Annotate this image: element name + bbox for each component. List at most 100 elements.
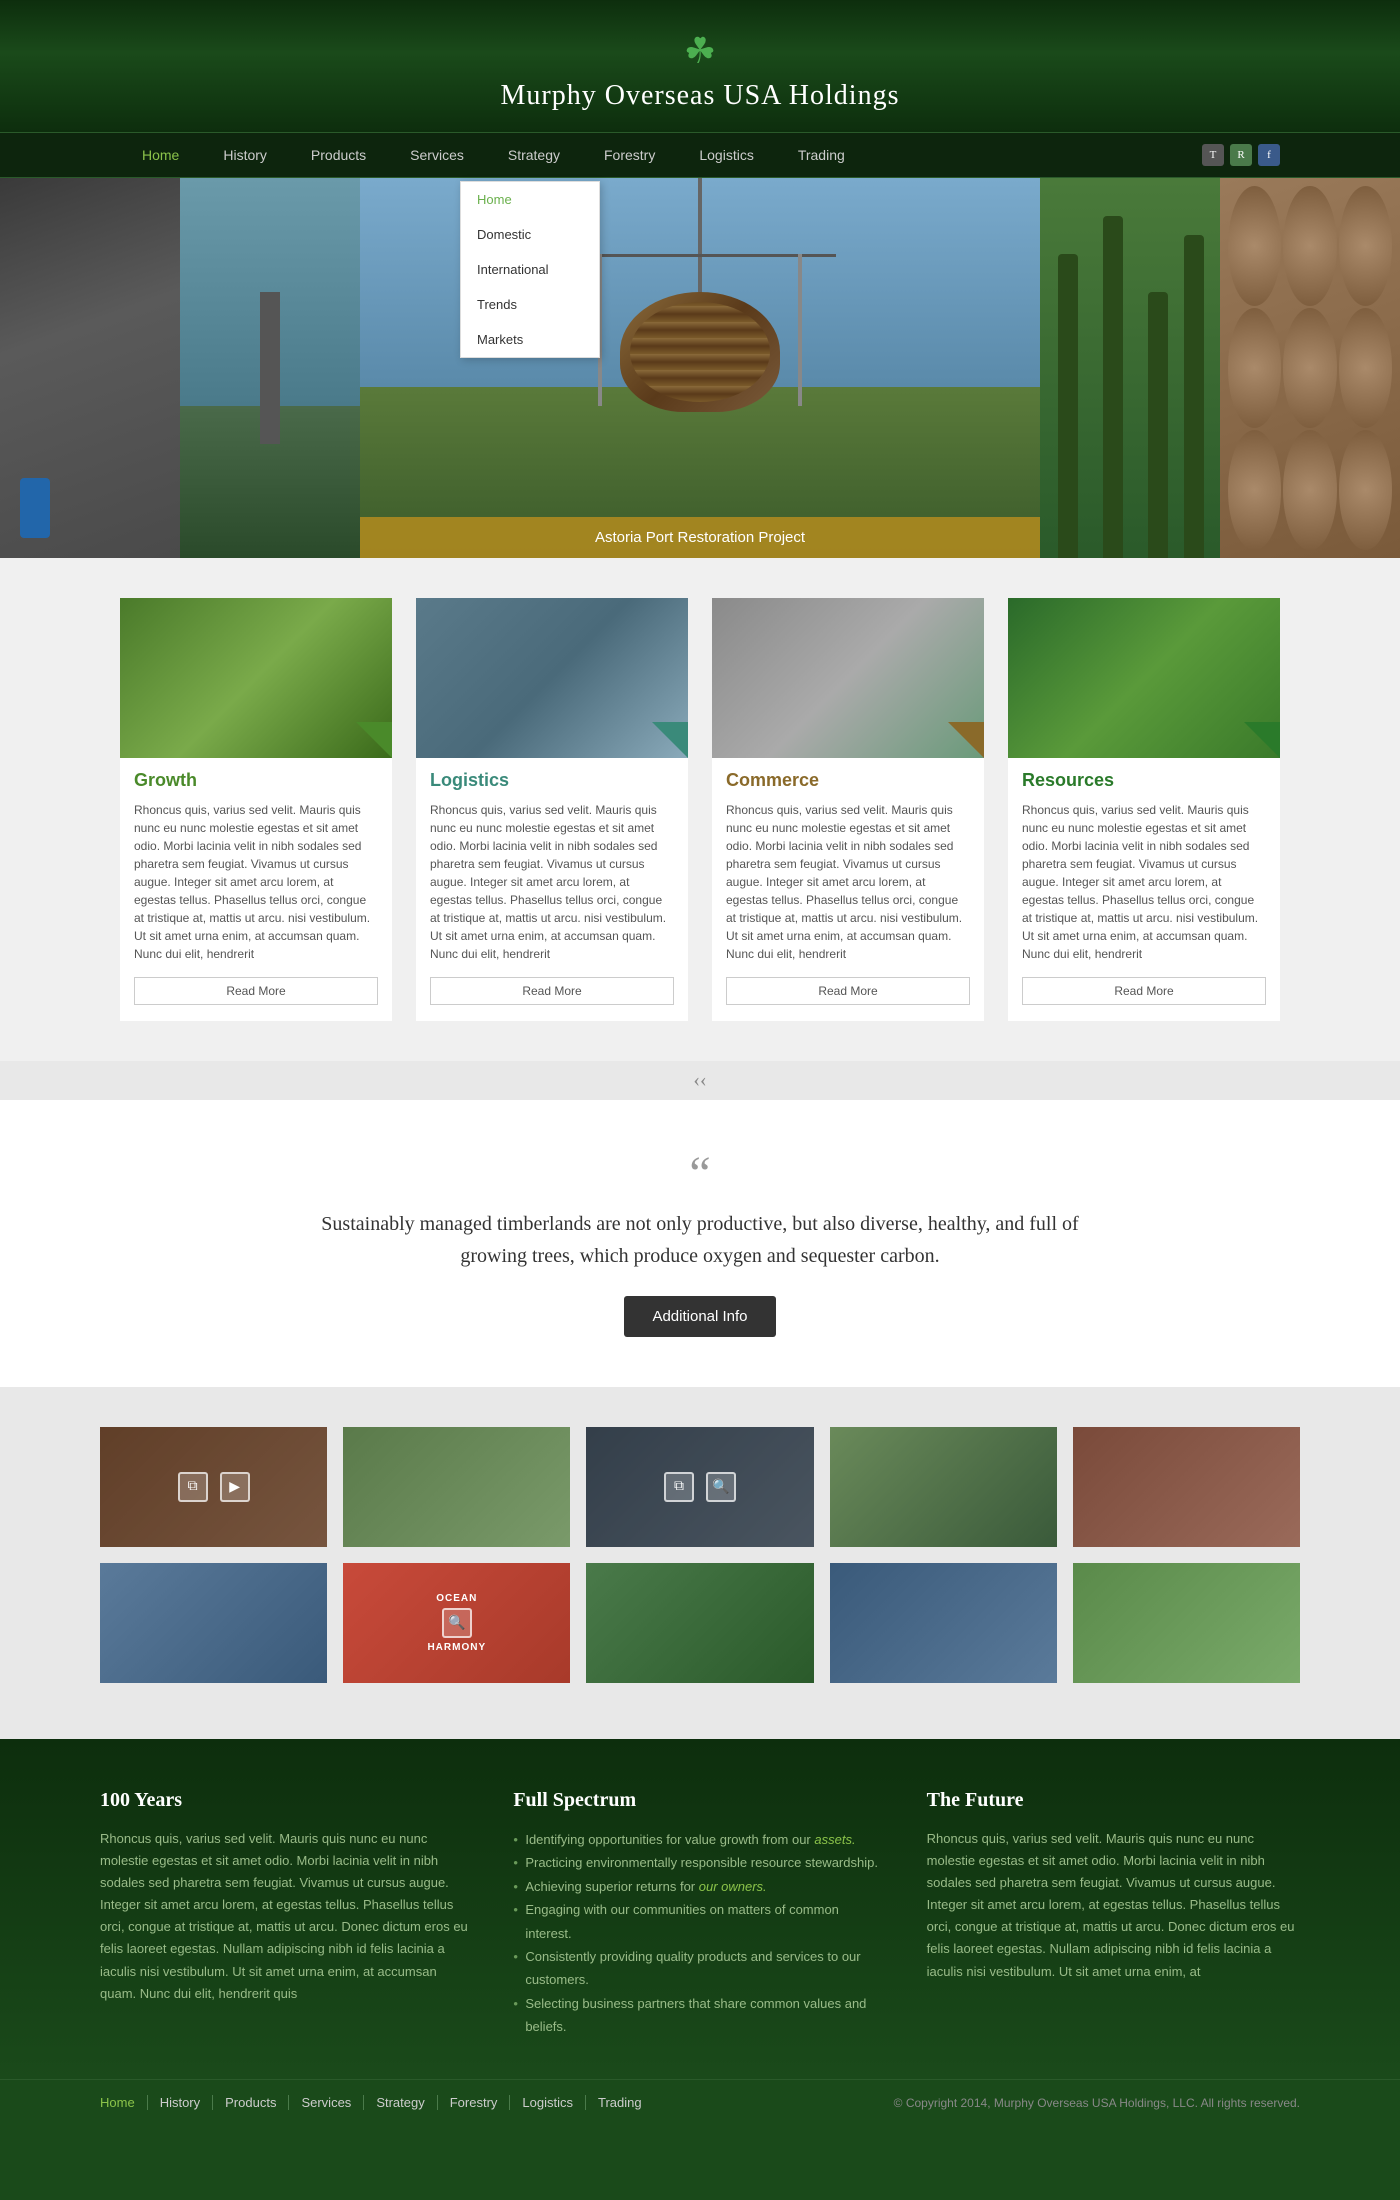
card-logistics-text: Rhoncus quis, varius sed velit. Mauris q… [430, 801, 674, 963]
gallery-item-3[interactable]: ⧉ 🔍 [586, 1427, 813, 1547]
gallery-row-2: OCEAN 🔍 HARMONY [100, 1563, 1300, 1683]
hero-side-right1 [1040, 178, 1220, 558]
nav-item-products[interactable]: Products [289, 133, 388, 177]
card-logistics-image [416, 598, 688, 758]
footer-nav-link-products[interactable]: Products [213, 2095, 289, 2110]
footer-nav-link-home[interactable]: Home [100, 2095, 148, 2110]
footer-list-item-6: Selecting business partners that share c… [513, 1992, 886, 2039]
footer-nav-home[interactable]: Home [100, 2094, 148, 2112]
hero-side-left2 [180, 178, 360, 558]
nav-link-services[interactable]: Services [388, 133, 486, 177]
footer-list-item-2: Practicing environmentally responsible r… [513, 1851, 886, 1874]
card-commerce-title: Commerce [726, 770, 970, 791]
footer-nav-link-strategy[interactable]: Strategy [364, 2095, 437, 2110]
gallery-item-4[interactable] [830, 1427, 1057, 1547]
card-commerce-text: Rhoncus quis, varius sed velit. Mauris q… [726, 801, 970, 963]
quote-section: “ Sustainably managed timberlands are no… [0, 1100, 1400, 1387]
footer-col3-text: Rhoncus quis, varius sed velit. Mauris q… [927, 1828, 1300, 1983]
nav-item-strategy[interactable]: Strategy [486, 133, 582, 177]
gallery-item-9[interactable] [830, 1563, 1057, 1683]
rss-icon[interactable]: R [1230, 144, 1252, 166]
nav-link-home[interactable]: Home [120, 133, 201, 177]
play-icon: ▶ [220, 1472, 250, 1502]
footer-list-item-3: Achieving superior returns for our owner… [513, 1875, 886, 1898]
nav-link-history[interactable]: History [201, 133, 289, 177]
footer-nav-link-logistics[interactable]: Logistics [510, 2095, 586, 2110]
footer-nav-link-trading[interactable]: Trading [586, 2095, 654, 2110]
footer-col3-title: The Future [927, 1789, 1300, 1812]
card-logistics-read-more[interactable]: Read More [430, 977, 674, 1005]
card-commerce-image [712, 598, 984, 758]
footer-copyright: © Copyright 2014, Murphy Overseas USA Ho… [894, 2096, 1300, 2110]
card-commerce-read-more[interactable]: Read More [726, 977, 970, 1005]
footer-col-years: 100 Years Rhoncus quis, varius sed velit… [100, 1789, 473, 2039]
footer-col-spectrum: Full Spectrum Identifying opportunities … [513, 1789, 886, 2039]
footer-col2-list: Identifying opportunities for value grow… [513, 1828, 886, 2039]
card-resources-read-more[interactable]: Read More [1022, 977, 1266, 1005]
nav-link-logistics[interactable]: Logistics [677, 133, 775, 177]
twitter-icon[interactable]: T [1202, 144, 1224, 166]
footer-nav-forestry[interactable]: Forestry [438, 2094, 511, 2112]
footer-nav-link-history[interactable]: History [148, 2095, 213, 2110]
card-resources: Resources Rhoncus quis, varius sed velit… [1008, 598, 1280, 1021]
link-icon: ⧉ [178, 1472, 208, 1502]
footer-list-item-4: Engaging with our communities on matters… [513, 1898, 886, 1945]
nav-item-trading[interactable]: Trading [776, 133, 867, 177]
nav-link-forestry[interactable]: Forestry [582, 133, 677, 177]
card-logistics: Logistics Rhoncus quis, varius sed velit… [416, 598, 688, 1021]
footer-nav-services[interactable]: Services [289, 2094, 364, 2112]
dropdown-item-markets[interactable]: Markets [461, 322, 599, 357]
nav-item-services[interactable]: Services [388, 133, 486, 177]
card-commerce: Commerce Rhoncus quis, varius sed velit.… [712, 598, 984, 1021]
footer-list-item-1: Identifying opportunities for value grow… [513, 1828, 886, 1851]
nav-item-forestry[interactable]: Forestry [582, 133, 677, 177]
footer-col1-text: Rhoncus quis, varius sed velit. Mauris q… [100, 1828, 473, 2005]
nav-link-strategy[interactable]: Strategy [486, 133, 582, 177]
footer-nav-products[interactable]: Products [213, 2094, 289, 2112]
social-links: T R f [1202, 144, 1280, 166]
gallery-item-1[interactable]: ⧉ ▶ [100, 1427, 327, 1547]
card-resources-image [1008, 598, 1280, 758]
card-growth-body: Growth Rhoncus quis, varius sed velit. M… [120, 758, 392, 1021]
dropdown-item-international[interactable]: International [461, 252, 599, 287]
card-resources-title: Resources [1022, 770, 1266, 791]
nav-items-list: Home History Products Services Strategy … [120, 133, 1202, 177]
dropdown-menu: Home Domestic International Trends Marke… [460, 181, 600, 358]
facebook-icon[interactable]: f [1258, 144, 1280, 166]
nav-link-products[interactable]: Products [289, 133, 388, 177]
main-navigation: Home History Products Services Strategy … [0, 132, 1400, 178]
gallery-row-1: ⧉ ▶ ⧉ 🔍 [100, 1427, 1300, 1547]
gallery-item-2[interactable] [343, 1427, 570, 1547]
footer-nav-link-services[interactable]: Services [289, 2095, 364, 2110]
footer-nav-trading[interactable]: Trading [586, 2094, 654, 2112]
gallery-item-8[interactable] [586, 1563, 813, 1683]
hero-caption: Astoria Port Restoration Project [360, 517, 1040, 558]
scroll-arrow-icon: ‹‹ [693, 1069, 706, 1091]
card-growth: Growth Rhoncus quis, varius sed velit. M… [120, 598, 392, 1021]
gallery-item-10[interactable] [1073, 1563, 1300, 1683]
footer-nav-logistics[interactable]: Logistics [510, 2094, 586, 2112]
nav-item-history[interactable]: History [201, 133, 289, 177]
card-growth-title: Growth [134, 770, 378, 791]
footer-dark: 100 Years Rhoncus quis, varius sed velit… [0, 1739, 1400, 2126]
nav-link-trading[interactable]: Trading [776, 133, 867, 177]
gallery-item-7[interactable]: OCEAN 🔍 HARMONY [343, 1563, 570, 1683]
additional-info-button[interactable]: Additional Info [624, 1296, 775, 1337]
search-icon-2: 🔍 [442, 1608, 472, 1638]
footer-nav-strategy[interactable]: Strategy [364, 2094, 437, 2112]
dropdown-item-trends[interactable]: Trends [461, 287, 599, 322]
cards-section: Growth Rhoncus quis, varius sed velit. M… [0, 558, 1400, 1061]
card-growth-read-more[interactable]: Read More [134, 977, 378, 1005]
footer-columns: 100 Years Rhoncus quis, varius sed velit… [0, 1739, 1400, 2079]
nav-item-logistics[interactable]: Logistics [677, 133, 775, 177]
site-header: ☘ Murphy Overseas USA Holdings [0, 0, 1400, 132]
link-icon-2: ⧉ [664, 1472, 694, 1502]
gallery-item-6[interactable] [100, 1563, 327, 1683]
footer-nav-history[interactable]: History [148, 2094, 213, 2112]
dropdown-item-domestic[interactable]: Domestic [461, 217, 599, 252]
nav-item-home[interactable]: Home [120, 133, 201, 177]
dropdown-item-home[interactable]: Home [461, 182, 599, 217]
footer-nav-link-forestry[interactable]: Forestry [438, 2095, 511, 2110]
card-growth-image [120, 598, 392, 758]
gallery-item-5[interactable] [1073, 1427, 1300, 1547]
